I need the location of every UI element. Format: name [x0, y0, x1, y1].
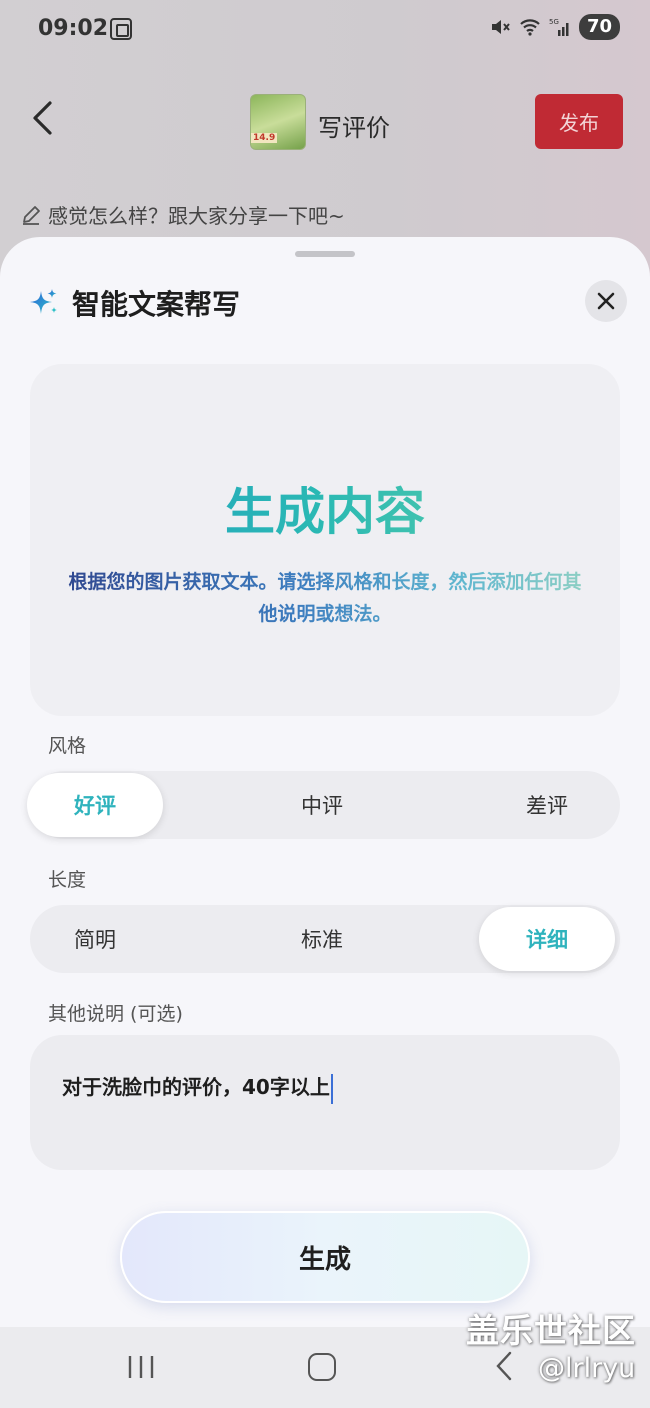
watermark-user: @lrlryu — [538, 1353, 636, 1384]
generate-button[interactable]: 生成 — [120, 1211, 530, 1303]
sparkle-icon — [30, 289, 57, 314]
text-caret — [330, 1073, 333, 1104]
length-option-detailed[interactable]: 详细 — [479, 907, 615, 971]
screenshot-icon — [110, 18, 132, 40]
style-selector: 好评 中评 差评 — [27, 771, 620, 839]
notes-label: 其他说明 (可选) — [48, 1003, 183, 1025]
length-option-standard[interactable]: 标准 — [254, 907, 390, 971]
publish-button[interactable]: 发布 — [535, 94, 623, 149]
length-selector: 简明 标准 详细 — [30, 905, 620, 973]
card-title: 生成内容 — [30, 472, 620, 544]
status-icons: 5G 70 — [489, 14, 620, 40]
product-price-tag: 14.9 — [251, 133, 278, 143]
back-arrow-icon[interactable] — [28, 100, 58, 136]
page-title: 写评价 — [318, 114, 390, 142]
notes-input-value: 对于洗脸巾的评价，40字以上 — [62, 1075, 330, 1099]
status-bar: 09:02 5G 70 — [0, 0, 650, 60]
product-thumbnail: 14.9 — [250, 94, 306, 150]
wifi-icon — [520, 19, 540, 36]
watermark-site: 盖乐世社区 — [466, 1311, 636, 1350]
sheet-title: 智能文案帮写 — [72, 288, 241, 321]
length-label: 长度 — [48, 869, 87, 891]
style-option-neutral[interactable]: 中评 — [254, 773, 390, 837]
style-option-positive[interactable]: 好评 — [27, 773, 163, 837]
style-label: 风格 — [48, 735, 87, 757]
review-header: 14.9 写评价 发布 — [0, 70, 650, 175]
svg-text:5G: 5G — [549, 18, 559, 26]
notes-input[interactable]: 对于洗脸巾的评价，40字以上 — [30, 1035, 620, 1170]
battery-level: 70 — [578, 14, 620, 40]
review-hint-text: 感觉怎么样？跟大家分享一下吧~ — [48, 204, 345, 228]
style-option-negative[interactable]: 差评 — [479, 773, 615, 837]
notes-input-wrap: 对于洗脸巾的评价，40字以上 — [62, 1071, 333, 1104]
nav-back-icon[interactable] — [492, 1351, 516, 1381]
home-icon[interactable] — [308, 1353, 336, 1381]
close-icon — [597, 292, 615, 310]
length-option-concise[interactable]: 简明 — [27, 907, 163, 971]
recent-apps-icon[interactable] — [126, 1355, 156, 1379]
sheet-header: 智能文案帮写 — [28, 283, 240, 323]
ai-writing-sheet: 智能文案帮写 生成内容 根据您的图片获取文本。请选择风格和长度，然后添加任何其他… — [0, 237, 650, 1327]
status-time: 09:02 — [38, 16, 109, 41]
generate-content-card: 生成内容 根据您的图片获取文本。请选择风格和长度，然后添加任何其他说明或想法。 — [30, 364, 620, 716]
drag-handle[interactable] — [295, 251, 355, 257]
signal-icon: 5G — [549, 18, 569, 36]
card-description: 根据您的图片获取文本。请选择风格和长度，然后添加任何其他说明或想法。 — [60, 566, 590, 630]
pencil-icon — [23, 205, 40, 225]
close-button[interactable] — [585, 280, 627, 322]
review-input-hint[interactable]: 感觉怎么样？跟大家分享一下吧~ — [20, 200, 345, 229]
mute-icon — [491, 20, 510, 34]
